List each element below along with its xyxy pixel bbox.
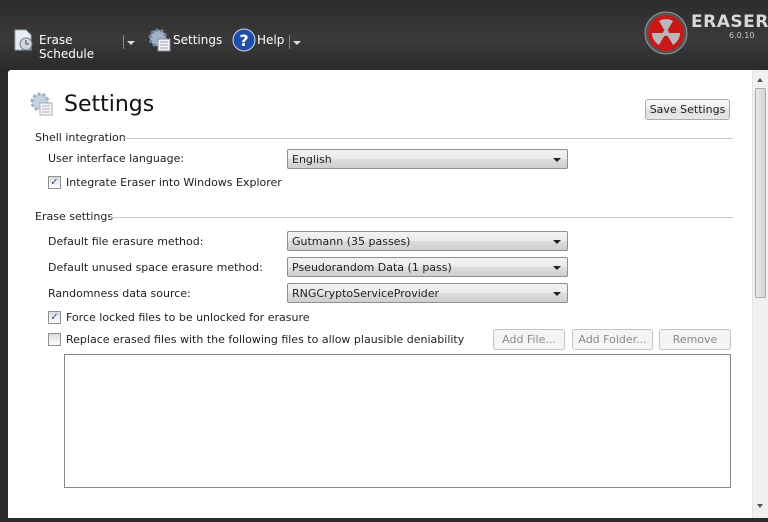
save-settings-button[interactable]: Save Settings (645, 99, 730, 120)
settings-gear-icon (148, 28, 171, 52)
file-method-value: Gutmann (35 passes) (292, 235, 411, 248)
plausible-deniability-checkbox[interactable] (48, 333, 61, 346)
add-folder-button[interactable]: Add Folder... (572, 329, 653, 350)
remove-button[interactable]: Remove (659, 329, 731, 350)
help-icon: ? (232, 28, 256, 52)
add-file-button[interactable]: Add File... (493, 329, 565, 350)
page-title: Settings (64, 92, 155, 117)
scroll-up-arrow[interactable] (757, 78, 763, 82)
separator (289, 35, 290, 49)
separator (123, 35, 124, 49)
unused-method-select[interactable]: Pseudorandom Data (1 pass) (287, 257, 568, 277)
randomness-label: Randomness data source: (48, 287, 191, 300)
unused-method-label: Default unused space erasure method: (48, 261, 263, 274)
divider (123, 138, 733, 139)
erase-schedule-button[interactable]: Erase Schedule (12, 28, 120, 61)
language-select[interactable]: English (287, 149, 568, 169)
divider (108, 217, 733, 218)
schedule-icon (14, 29, 33, 51)
settings-page-icon (30, 92, 53, 116)
help-button[interactable]: ? Help (232, 28, 286, 54)
settings-panel: Settings Save Settings Shell integration… (8, 70, 768, 518)
integrate-explorer-label: Integrate Eraser into Windows Explorer (66, 176, 282, 189)
unused-method-value: Pseudorandom Data (1 pass) (292, 261, 452, 274)
svg-text:?: ? (239, 31, 248, 50)
scroll-down-arrow[interactable] (757, 504, 763, 508)
chevron-down-icon (553, 240, 561, 244)
file-method-select[interactable]: Gutmann (35 passes) (287, 231, 568, 251)
randomness-value: RNGCryptoServiceProvider (292, 287, 440, 300)
erase-schedule-label: Erase Schedule (39, 33, 95, 61)
eraser-logo-icon (644, 11, 688, 55)
help-dropdown-arrow[interactable] (293, 41, 301, 45)
language-label: User interface language: (48, 152, 185, 165)
logo-version: 6.0.10 (729, 31, 755, 40)
help-label: Help (257, 33, 285, 47)
erase-settings-header: Erase settings (35, 210, 114, 223)
settings-label: Settings (173, 33, 223, 47)
scroll-thumb[interactable] (755, 88, 766, 298)
randomness-select[interactable]: RNGCryptoServiceProvider (287, 283, 568, 303)
deniability-files-list[interactable] (64, 354, 731, 488)
erase-schedule-dropdown-arrow[interactable] (127, 41, 135, 45)
chevron-down-icon (553, 292, 561, 296)
force-unlock-checkbox[interactable]: ✓ (48, 311, 61, 324)
plausible-deniability-label: Replace erased files with the following … (66, 333, 465, 346)
language-value: English (292, 153, 332, 166)
file-method-label: Default file erasure method: (48, 235, 204, 248)
vertical-scrollbar[interactable] (752, 70, 768, 518)
chevron-down-icon (553, 158, 561, 162)
force-unlock-label: Force locked files to be unlocked for er… (66, 311, 310, 324)
settings-button[interactable]: Settings (148, 28, 222, 54)
logo-name: ERASER (691, 12, 768, 32)
chevron-down-icon (553, 266, 561, 270)
integrate-explorer-checkbox[interactable]: ✓ (48, 176, 61, 189)
shell-integration-header: Shell integration (35, 131, 126, 144)
